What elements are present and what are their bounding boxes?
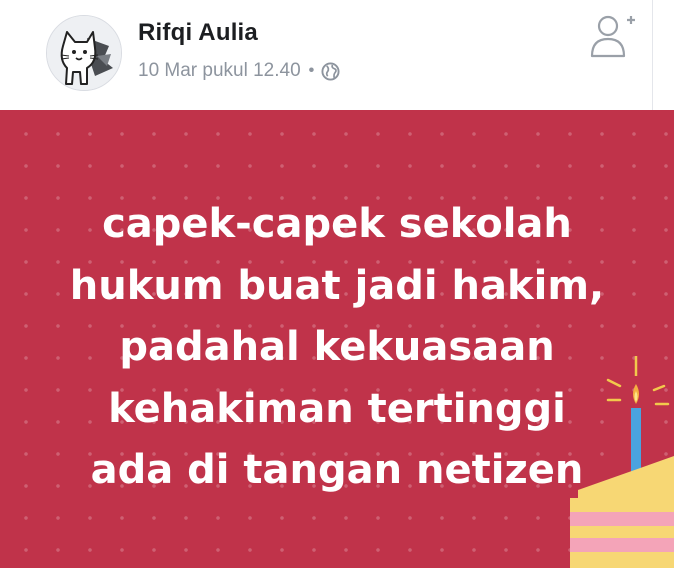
post-header: Rifqi Aulia 10 Mar pukul 12.40 • (0, 0, 674, 110)
birthday-cake-candle-icon (560, 350, 674, 568)
meta-separator: • (308, 62, 315, 79)
author-avatar[interactable] (46, 15, 122, 91)
author-name[interactable]: Rifqi Aulia (138, 19, 258, 47)
post-meta: 10 Mar pukul 12.40 • (138, 60, 340, 82)
add-friend-icon[interactable] (588, 12, 638, 58)
post-timestamp[interactable]: 10 Mar pukul 12.40 (138, 60, 301, 82)
post-text-line: capek-capek sekolah (102, 201, 572, 247)
header-divider (652, 0, 653, 110)
post-background: capek-capek sekolah hukum buat jadi haki… (0, 110, 674, 568)
cat-cartoon-icon (47, 16, 121, 90)
post-text-line: hukum buat jadi hakim, (69, 262, 605, 309)
facebook-post: Rifqi Aulia 10 Mar pukul 12.40 • capek-c… (0, 0, 674, 568)
globe-icon[interactable] (321, 61, 340, 81)
